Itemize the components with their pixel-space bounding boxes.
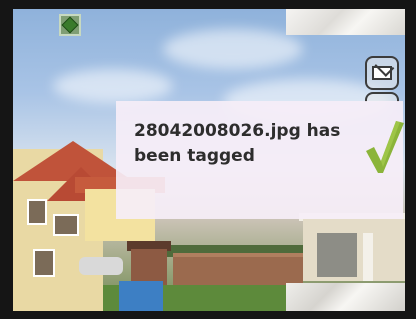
notification-line-1: 28042008026.jpg has xyxy=(134,121,341,141)
green-tag-icon[interactable] xyxy=(59,14,81,36)
side-toolbar xyxy=(365,46,405,104)
checkmark-icon xyxy=(366,121,404,173)
tagged-notification: 28042008026.jpg has been tagged xyxy=(116,101,404,219)
glass-door xyxy=(317,233,357,277)
notification-line-2: been tagged xyxy=(134,146,255,166)
window xyxy=(33,249,55,277)
share-button[interactable] xyxy=(365,56,399,90)
paper-texture-top xyxy=(286,9,405,35)
window xyxy=(53,214,79,236)
fence xyxy=(173,257,303,287)
envelope-icon xyxy=(372,66,392,80)
pillar xyxy=(363,233,373,281)
blue-box xyxy=(119,281,163,311)
window xyxy=(27,199,47,225)
paper-texture-bottom xyxy=(286,283,405,311)
notification-message: 28042008026.jpg has been tagged xyxy=(134,119,344,169)
tag-dot xyxy=(61,16,79,34)
car xyxy=(79,257,123,275)
